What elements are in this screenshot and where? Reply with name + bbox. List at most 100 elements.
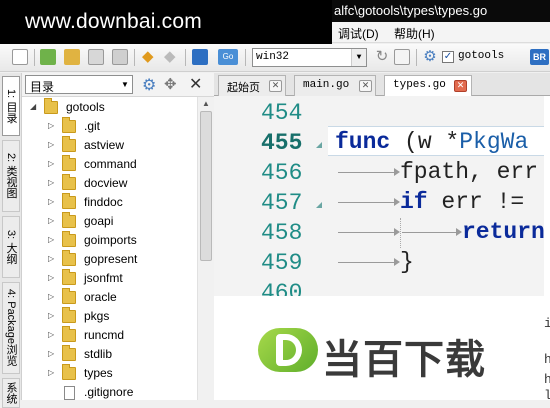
home-icon[interactable] [192,49,208,65]
gear-icon[interactable]: ⚙ [142,75,156,95]
folder-icon [62,364,76,380]
gotools-checkbox[interactable]: ✓ [442,51,454,63]
tab-start-page[interactable]: 起始页 ✕ [218,75,286,96]
close-icon[interactable]: ✕ [359,80,372,92]
scroll-up-icon[interactable]: ▲ [202,99,210,108]
menu-debug[interactable]: 调试(D) [338,25,379,42]
collapsed-arrow-icon[interactable]: ▷ [48,349,54,358]
line-number-text: 458 [261,220,303,246]
collapsed-arrow-icon[interactable]: ▷ [48,216,54,225]
code-line: fpath, err [400,159,538,185]
directory-panel-header: 目录 ▼ ⚙ ✥ ✕ [22,73,214,97]
edge-text-fragment: h [544,352,550,367]
tree-scrollbar[interactable]: ▲ [197,97,214,400]
close-icon[interactable]: ✕ [454,80,467,92]
indent-guide [400,218,401,248]
fold-marker-icon[interactable] [316,142,322,148]
directory-panel: 目录 ▼ ⚙ ✥ ✕ ◢ gotools ▷ .git ▷ astview ▷ … [22,73,214,400]
refresh-icon[interactable]: ↻ [374,49,390,65]
tab-types-go[interactable]: types.go ✕ [384,75,472,97]
code-token: } [400,249,414,275]
tree-item-label: gopresent [84,252,138,266]
folder-icon [62,193,76,209]
collapsed-arrow-icon[interactable]: ▷ [48,235,54,244]
save-icon[interactable] [88,49,104,65]
collapsed-arrow-icon[interactable]: ▷ [48,292,54,301]
toolbar: ◆ ◆ Go win32 ▼ ↻ ⚙ ✓ gotools BR [0,44,550,72]
collapsed-arrow-icon[interactable]: ▷ [48,368,54,377]
line-number-text: 457 [261,190,303,216]
sync-icon[interactable]: ✥ [164,75,177,93]
code-token: func [335,129,391,155]
watermark-brand-text: 当百下载 [322,337,486,383]
back-arrow-icon[interactable]: ◆ [142,49,158,65]
tab-main-go[interactable]: main.go ✕ [294,75,376,96]
tab-label: types.go [393,79,446,91]
tree-item-label: astview [84,138,125,152]
folder-icon [62,117,76,133]
gear-icon[interactable]: ⚙ [422,49,438,65]
title-bar: www.downbai.com alfc\gotools\types\types… [0,0,550,44]
forward-arrow-icon[interactable]: ◆ [164,49,180,65]
fold-marker-icon[interactable] [316,202,322,208]
tab-label: main.go [303,79,350,91]
save-all-icon[interactable] [112,49,128,65]
collapsed-arrow-icon[interactable]: ▷ [48,254,54,263]
expanded-arrow-icon[interactable]: ◢ [30,102,36,111]
collapsed-arrow-icon[interactable]: ▷ [48,178,54,187]
tab-indent-arrow [338,202,396,203]
collapsed-arrow-icon[interactable]: ▷ [48,273,54,282]
build-target-select[interactable]: win32 ▼ [252,48,367,67]
line-number: 459 [214,248,334,278]
collapsed-arrow-icon[interactable]: ▷ [48,140,54,149]
scrollbar-thumb[interactable] [200,111,212,261]
code-token: return [462,219,544,245]
edge-text-fragment: l [544,388,550,403]
toolbar-separator [185,49,186,66]
build-target-value: win32 [256,51,290,63]
collapsed-arrow-icon[interactable]: ▷ [48,311,54,320]
tree-item-label: oracle [84,290,117,304]
folder-icon [62,307,76,323]
view-selector[interactable]: 目录 ▼ [25,75,133,94]
logo-d-mark-icon [276,334,302,366]
open-folder-icon[interactable] [64,49,80,65]
new-file-icon[interactable] [12,49,28,65]
collapsed-arrow-icon[interactable]: ▷ [48,159,54,168]
tree-item-label: types [84,366,113,380]
tab-indent-arrow [338,172,396,173]
collapsed-arrow-icon[interactable]: ▷ [48,197,54,206]
folder-icon [62,174,76,190]
side-tab-strip: 1: 目录 2: 类视图 3: 大纲 4: Package浏览 系统 [0,73,22,408]
code-line: func (w *PkgWa [335,129,528,155]
close-icon[interactable]: ✕ [189,74,202,94]
tree-item-label: goimports [84,233,137,247]
tab-directory[interactable]: 1: 目录 [2,76,20,136]
chevron-down-icon: ▼ [121,80,129,89]
code-token: fpath, err [400,159,539,185]
go-icon[interactable]: Go [218,49,238,65]
tree-item-label: docview [84,176,128,190]
tab-system[interactable]: 系统 [2,378,20,408]
tab-outline[interactable]: 3: 大纲 [2,216,20,278]
chevron-down-icon: ▼ [351,49,366,66]
tab-package-browser[interactable]: 4: Package浏览 [2,282,20,374]
code-view[interactable]: 454 455 456 457 458 459 460 func (w *Pkg… [214,96,544,296]
config-file-icon[interactable] [394,49,410,65]
tab-class-view[interactable]: 2: 类视图 [2,140,20,212]
editor-tab-bar: 起始页 ✕ main.go ✕ types.go ✕ [214,73,550,97]
folder-icon [62,136,76,152]
close-icon[interactable]: ✕ [269,80,282,92]
collapsed-arrow-icon[interactable]: ▷ [48,121,54,130]
line-number-text: 460 [261,280,303,296]
collapsed-arrow-icon[interactable]: ▷ [48,330,54,339]
window-title-path: alfc\gotools\types\types.go [334,3,488,18]
folder-icon [62,250,76,266]
tree-item-label: goapi [84,214,114,228]
menu-help[interactable]: 帮助(H) [394,25,435,42]
toolbar-separator [134,49,135,66]
open-green-icon[interactable] [40,49,56,65]
folder-icon [62,231,76,247]
folder-icon [62,269,76,285]
br-button[interactable]: BR [530,49,549,65]
